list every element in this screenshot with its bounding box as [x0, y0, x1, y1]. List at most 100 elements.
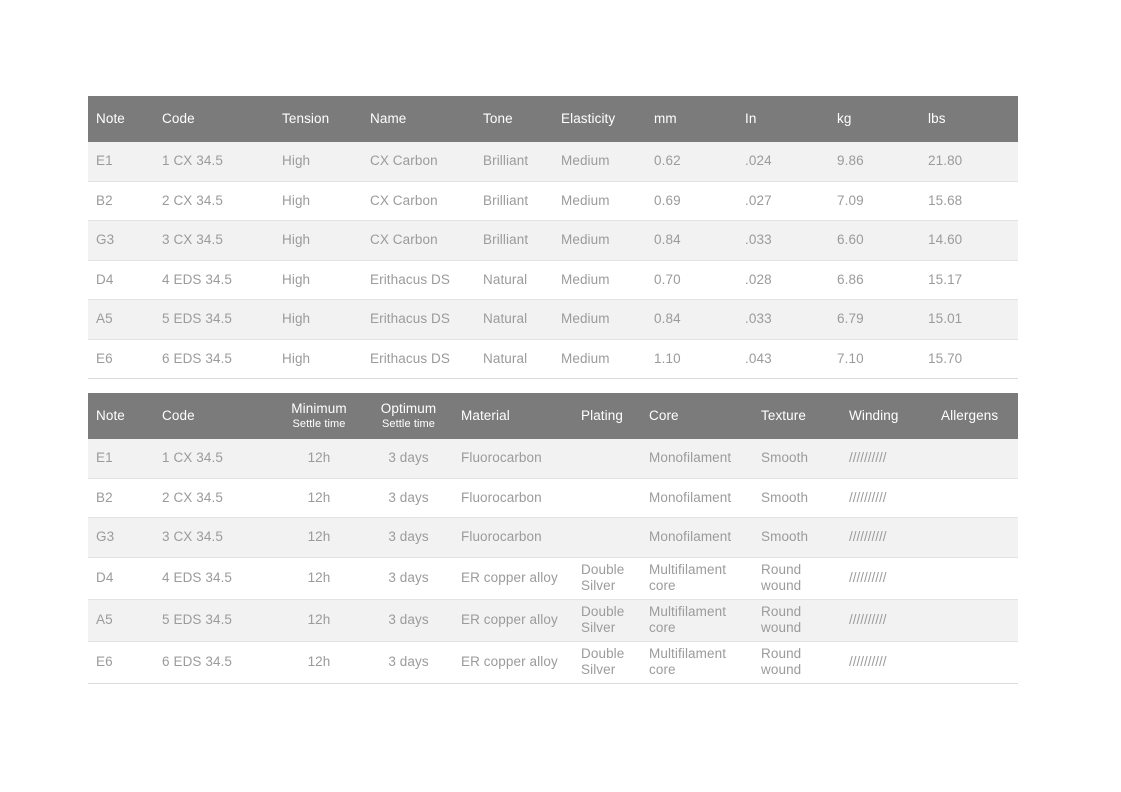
cell-value: 6 EDS 34.5: [162, 654, 233, 670]
cell-note: G3: [88, 517, 154, 558]
cell-value: 3 days: [388, 612, 429, 628]
cell-line: Round: [761, 562, 802, 578]
cell-in: .033: [737, 220, 829, 261]
table-row[interactable]: A5 5 EDS 34.5 High Erithacus DS Natural Mediu…: [88, 299, 1018, 340]
cell-value: Natural: [483, 350, 528, 366]
column-header-name[interactable]: Name: [362, 96, 475, 142]
cell-value: Brilliant: [483, 192, 529, 208]
cell-optimum-settle-time: 3 days: [364, 599, 453, 642]
cell-value: Smooth: [761, 489, 809, 505]
table-row[interactable]: E6 6 EDS 34.5 12h 3 days ER copper alloy Doub…: [88, 641, 1018, 684]
table-row[interactable]: D4 4 EDS 34.5 High Erithacus DS Natural Mediu…: [88, 260, 1018, 300]
cell-allergens: [933, 478, 1018, 518]
table-row[interactable]: E6 6 EDS 34.5 High Erithacus DS Natural Mediu…: [88, 339, 1018, 379]
cell-minimum-settle-time: 12h: [274, 517, 364, 558]
cell-value: 5 EDS 34.5: [162, 612, 233, 628]
cell-value: High: [282, 232, 311, 248]
column-header-material[interactable]: Material: [453, 393, 573, 439]
cell-value: 6 EDS 34.5: [162, 350, 233, 366]
cell-lbs: 15.68: [920, 181, 1018, 221]
column-header-core[interactable]: Core: [641, 393, 753, 439]
cell-winding: //////////: [841, 557, 933, 600]
cell-value: 15.68: [928, 192, 963, 208]
cell-value: ER copper alloy: [461, 612, 558, 628]
cell-value: Medium: [561, 232, 610, 248]
table-row[interactable]: B2 2 CX 34.5 12h 3 days Fluorocarbon Monofila…: [88, 478, 1018, 518]
column-header-label: Code: [162, 111, 195, 127]
winding-hatch-icon: //////////: [849, 450, 887, 466]
cell-optimum-settle-time: 3 days: [364, 557, 453, 600]
column-header-texture[interactable]: Texture: [753, 393, 841, 439]
cell-core: Monofilament: [641, 478, 753, 518]
column-header-optimum-settle-time[interactable]: Optimum Settle time: [364, 393, 453, 439]
cell-value: 21.80: [928, 153, 963, 169]
column-header-label: Elasticity: [561, 111, 616, 127]
cell-value: 3 days: [388, 570, 429, 586]
cell-tone: Natural: [475, 339, 553, 379]
column-header-label: Plating: [581, 408, 623, 424]
cell-optimum-settle-time: 3 days: [364, 517, 453, 558]
table-row[interactable]: E1 1 CX 34.5 12h 3 days Fluorocarbon Monofila…: [88, 439, 1018, 479]
cell-core: Monofilament: [641, 439, 753, 479]
column-header-mm[interactable]: mm: [646, 96, 737, 142]
cell-value: CX Carbon: [370, 153, 438, 169]
cell-value: Natural: [483, 271, 528, 287]
cell-value: CX Carbon: [370, 232, 438, 248]
column-header-minimum-settle-time[interactable]: Minimum Settle time: [274, 393, 364, 439]
cell-plating: Double Silver: [573, 599, 641, 642]
cell-core: Multifilament core: [641, 641, 753, 684]
table-row[interactable]: A5 5 EDS 34.5 12h 3 days ER copper alloy Doub…: [88, 599, 1018, 642]
column-header-tension[interactable]: Tension: [274, 96, 362, 142]
cell-mm: 0.84: [646, 220, 737, 261]
column-header-label: Minimum: [291, 401, 347, 417]
cell-note: E1: [88, 439, 154, 479]
cell-elasticity: Medium: [553, 299, 646, 340]
cell-note: E6: [88, 641, 154, 684]
column-header-sublabel: Settle time: [292, 417, 346, 430]
cell-lbs: 14.60: [920, 220, 1018, 261]
column-header-code[interactable]: Code: [154, 96, 274, 142]
column-header-allergens[interactable]: Allergens: [933, 393, 1018, 439]
column-header-note[interactable]: Note: [88, 96, 154, 142]
cell-value: 0.62: [654, 153, 681, 169]
column-header-note[interactable]: Note: [88, 393, 154, 439]
column-header-kg[interactable]: kg: [829, 96, 920, 142]
cell-elasticity: Medium: [553, 181, 646, 221]
cell-value: Fluorocarbon: [461, 489, 542, 505]
cell-value: Monofilament: [649, 489, 732, 505]
cell-value: Medium: [561, 311, 610, 327]
cell-value: Erithacus DS: [370, 350, 450, 366]
cell-value: 7.09: [837, 192, 864, 208]
column-header-tone[interactable]: Tone: [475, 96, 553, 142]
cell-plating: Double Silver: [573, 557, 641, 600]
cell-tone: Brilliant: [475, 181, 553, 221]
table-row[interactable]: G3 3 CX 34.5 12h 3 days Fluorocarbon Monofila…: [88, 517, 1018, 558]
cell-value: 2 CX 34.5: [162, 489, 223, 505]
column-header-in[interactable]: In: [737, 96, 829, 142]
cell-value: 12h: [307, 529, 331, 545]
column-header-elasticity[interactable]: Elasticity: [553, 96, 646, 142]
column-header-lbs[interactable]: lbs: [920, 96, 1018, 142]
table-row[interactable]: E1 1 CX 34.5 High CX Carbon Brilliant Medium 0…: [88, 142, 1018, 182]
column-header-winding[interactable]: Winding: [841, 393, 933, 439]
cell-value: 4 EDS 34.5: [162, 570, 233, 586]
cell-line: Double: [581, 646, 625, 662]
table-row[interactable]: B2 2 CX 34.5 High CX Carbon Brilliant Medium 0…: [88, 181, 1018, 221]
cell-allergens: [933, 599, 1018, 642]
cell-value: High: [282, 311, 311, 327]
column-header-code[interactable]: Code: [154, 393, 274, 439]
cell-tone: Natural: [475, 260, 553, 300]
cell-texture: Smooth: [753, 517, 841, 558]
cell-mm: 0.84: [646, 299, 737, 340]
cell-value: D4: [96, 271, 114, 287]
cell-value: 0.84: [654, 311, 681, 327]
table-row[interactable]: D4 4 EDS 34.5 12h 3 days ER copper alloy Doub…: [88, 557, 1018, 600]
column-header-plating[interactable]: Plating: [573, 393, 641, 439]
cell-value: Erithacus DS: [370, 271, 450, 287]
cell-value: 14.60: [928, 232, 963, 248]
cell-value: 3 days: [388, 450, 429, 466]
cell-note: D4: [88, 260, 154, 300]
cell-value: .033: [745, 232, 772, 248]
cell-value: .027: [745, 192, 772, 208]
table-row[interactable]: G3 3 CX 34.5 High CX Carbon Brilliant Medium 0…: [88, 220, 1018, 261]
